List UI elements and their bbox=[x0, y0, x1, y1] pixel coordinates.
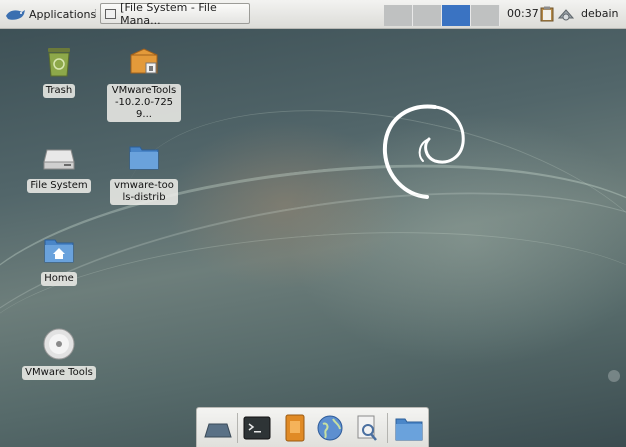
web-browser-icon[interactable] bbox=[315, 413, 345, 443]
trash-label: Trash bbox=[42, 84, 76, 98]
file-system-label: File System bbox=[27, 179, 91, 193]
desktop-icon-home[interactable]: Home bbox=[16, 233, 102, 286]
desktop-icon-vmware-tools-disc[interactable]: VMware Tools bbox=[16, 327, 102, 380]
taskbar-item-file-manager[interactable]: [File System - File Mana... bbox=[100, 0, 250, 27]
clock[interactable]: 00:37 bbox=[507, 7, 539, 20]
dock-separator bbox=[387, 413, 388, 443]
terminal-icon[interactable] bbox=[242, 413, 272, 443]
window-icon bbox=[105, 8, 117, 19]
debian-swirl-logo bbox=[382, 104, 465, 199]
network-icon[interactable] bbox=[557, 6, 575, 22]
workspace-switcher[interactable] bbox=[384, 5, 500, 26]
applications-menu[interactable]: Applications bbox=[4, 4, 96, 24]
file-manager-icon[interactable] bbox=[280, 413, 310, 443]
workspace-4[interactable] bbox=[471, 5, 500, 26]
workspace-1[interactable] bbox=[384, 5, 413, 26]
dock-separator bbox=[237, 413, 238, 443]
workspace-3[interactable] bbox=[442, 5, 471, 26]
vmware-tools-distrib-label: vmware-tools-distrib bbox=[110, 179, 178, 205]
top-panel: Applications ⁞ [File System - File Mana.… bbox=[0, 0, 626, 29]
home-label: Home bbox=[41, 272, 77, 286]
user-name[interactable]: debain bbox=[581, 7, 619, 20]
applications-label: Applications bbox=[29, 7, 97, 21]
workspace-2[interactable] bbox=[413, 5, 442, 26]
trash-icon bbox=[48, 48, 70, 77]
show-desktop-icon[interactable] bbox=[203, 413, 233, 443]
vmware-tools-disc-label: VMware Tools bbox=[22, 366, 96, 380]
bottom-dock bbox=[196, 407, 429, 447]
desktop-icon-vmwaretools-archive[interactable]: VMwareTools-10.2.0-7259... bbox=[101, 45, 187, 122]
decorative-dot bbox=[608, 370, 620, 382]
desktop-icon-trash[interactable]: Trash bbox=[16, 45, 102, 98]
folder-icon[interactable] bbox=[394, 413, 424, 443]
folder-icon bbox=[129, 146, 159, 170]
clipboard-icon[interactable] bbox=[540, 6, 554, 22]
vmwaretools-archive-label: VMwareTools-10.2.0-7259... bbox=[107, 84, 181, 122]
task-title: [File System - File Mana... bbox=[120, 0, 217, 27]
drive-icon bbox=[43, 149, 75, 170]
panel-handle: ⁞ bbox=[94, 8, 97, 18]
disc-icon bbox=[43, 328, 75, 360]
home-folder-icon bbox=[44, 239, 74, 263]
app-finder-icon[interactable] bbox=[352, 413, 382, 443]
desktop-icon-vmware-tools-distrib[interactable]: vmware-tools-distrib bbox=[101, 140, 187, 205]
xfce-mouse-icon bbox=[6, 10, 25, 20]
package-icon bbox=[130, 48, 158, 74]
desktop-icon-file-system[interactable]: File System bbox=[16, 140, 102, 193]
